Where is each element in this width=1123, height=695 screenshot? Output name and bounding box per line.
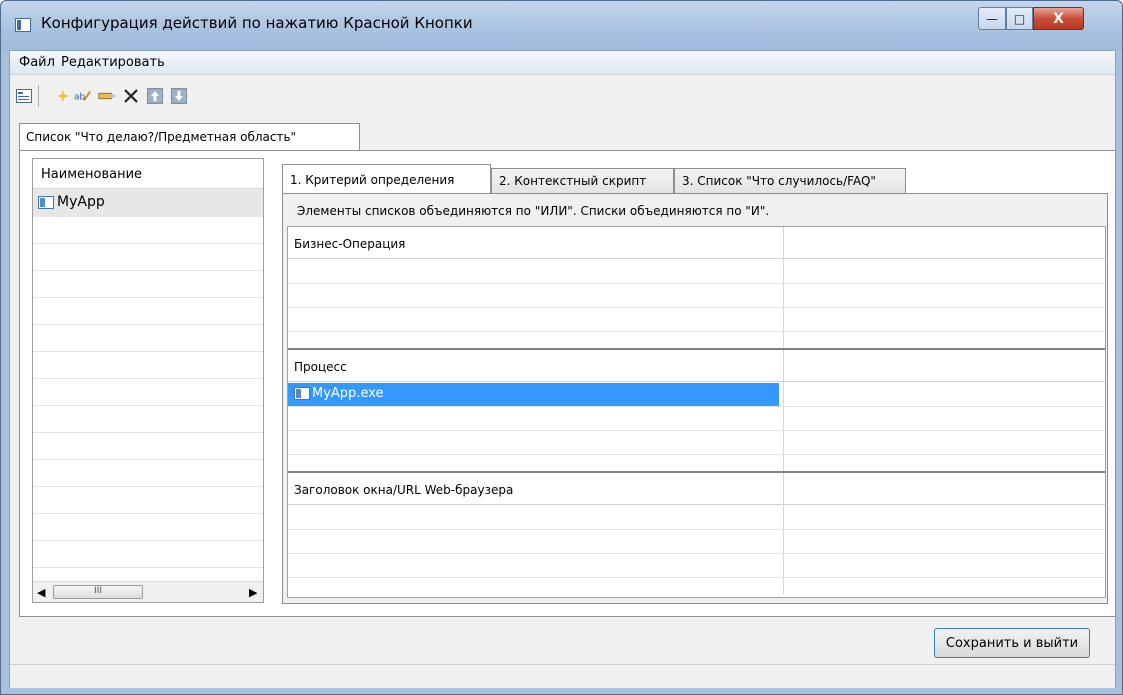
column-header-name[interactable]: Наименование: [33, 159, 263, 189]
status-bar: [10, 664, 1115, 688]
close-button[interactable]: X: [1033, 7, 1084, 30]
empty-row: [33, 514, 263, 541]
client-area: Файл Редактировать ab Список "Что делаю?…: [9, 50, 1116, 688]
list-item-label: MyApp: [57, 194, 105, 210]
column-divider: [783, 473, 784, 594]
name-list[interactable]: Наименование MyApp ◀ III ▶: [32, 158, 264, 603]
group-header-label: Процесс: [294, 360, 347, 374]
empty-row: [33, 298, 263, 325]
process-name: MyApp.exe: [312, 386, 384, 401]
application-icon: [38, 196, 54, 209]
row-line: [288, 307, 1105, 308]
row-line: [288, 454, 1105, 455]
empty-row: [33, 325, 263, 352]
empty-row: [33, 433, 263, 460]
row-line: [288, 577, 1105, 578]
empty-row: [33, 460, 263, 487]
horizontal-scrollbar[interactable]: ◀ III ▶: [33, 581, 263, 602]
close-icon: X: [1053, 10, 1064, 27]
maximize-icon: □: [1013, 11, 1026, 26]
rename-button[interactable]: ab: [74, 87, 92, 105]
properties-button[interactable]: [15, 87, 33, 105]
minimize-button[interactable]: —: [978, 7, 1006, 30]
group-header-label: Бизнес-Операция: [294, 237, 406, 251]
application-icon: [294, 387, 310, 400]
tab-panel: Наименование MyApp ◀ III ▶ 1. Критерий о…: [19, 150, 1116, 617]
maximize-button[interactable]: □: [1006, 7, 1033, 30]
new-item-button[interactable]: [54, 87, 72, 105]
row-line: [288, 283, 1105, 284]
delete-button[interactable]: [122, 87, 140, 105]
edit-button[interactable]: [98, 87, 116, 105]
delete-icon: [124, 89, 138, 103]
menu-bar: Файл Редактировать: [10, 51, 1115, 75]
scroll-left-icon[interactable]: ◀: [37, 586, 45, 599]
empty-row: [33, 217, 263, 244]
column-divider: [783, 350, 784, 471]
minimize-icon: —: [986, 11, 998, 26]
tab-context-script[interactable]: 2. Контекстный скрипт: [491, 168, 674, 193]
list-item[interactable]: MyApp: [33, 189, 263, 217]
title-bar[interactable]: Конфигурация действий по нажатию Красной…: [1, 1, 1122, 50]
svg-text:ab: ab: [74, 93, 86, 103]
edit-icon: [98, 92, 116, 100]
new-icon: [57, 90, 69, 102]
menu-edit[interactable]: Редактировать: [61, 55, 165, 70]
criteria-grid: Бизнес-Операция Процесс MyApp.exe Заголо…: [287, 226, 1106, 598]
toolbar-separator: [38, 85, 39, 107]
move-down-button[interactable]: [170, 87, 188, 105]
row-line: [288, 406, 1105, 407]
group-process: Процесс MyApp.exe: [288, 348, 1105, 471]
empty-row: [33, 406, 263, 433]
toolbar: ab: [10, 76, 1115, 114]
criteria-panel: Элементы списков объединяются по "ИЛИ". …: [282, 193, 1108, 604]
tab-activity-list[interactable]: Список "Что делаю?/Предметная область": [19, 123, 360, 150]
application-window: Конфигурация действий по нажатию Красной…: [0, 0, 1123, 695]
hint-text: Элементы списков объединяются по "ИЛИ". …: [297, 204, 770, 218]
row-line: [288, 553, 1105, 554]
empty-row: [33, 379, 263, 406]
empty-row: [33, 352, 263, 379]
save-and-exit-button[interactable]: Сохранить и выйти: [934, 628, 1090, 658]
empty-row: [33, 541, 263, 568]
app-icon: [15, 18, 31, 32]
row-line: [288, 331, 1105, 332]
empty-row: [33, 487, 263, 514]
grip-icon: III: [94, 586, 102, 596]
scroll-right-icon[interactable]: ▶: [249, 586, 257, 599]
row-line: [288, 529, 1105, 530]
tab-faq-list[interactable]: 3. Список "Что случилось/FAQ": [674, 168, 906, 193]
window-title: Конфигурация действий по нажатию Красной…: [41, 14, 473, 32]
move-up-button[interactable]: [146, 87, 164, 105]
menu-file[interactable]: Файл: [19, 55, 55, 70]
group-header: Бизнес-Операция: [288, 227, 1105, 259]
tab-criteria[interactable]: 1. Критерий определения: [282, 164, 491, 193]
move-up-icon: [147, 88, 163, 104]
group-window-title-url: Заголовок окна/URL Web-браузера: [288, 471, 1105, 594]
empty-row: [33, 244, 263, 271]
group-header: Заголовок окна/URL Web-браузера: [288, 473, 1105, 505]
list-item-selected[interactable]: MyApp.exe: [288, 383, 779, 406]
properties-icon: [16, 89, 32, 103]
empty-row: [33, 271, 263, 298]
row-line: [288, 430, 1105, 431]
move-down-icon: [171, 88, 187, 104]
scrollbar-thumb[interactable]: III: [53, 585, 143, 599]
group-header-label: Заголовок окна/URL Web-браузера: [294, 483, 514, 497]
group-header: Процесс: [288, 350, 1105, 382]
rename-icon: ab: [74, 90, 91, 103]
group-business-operation: Бизнес-Операция: [288, 227, 1105, 350]
